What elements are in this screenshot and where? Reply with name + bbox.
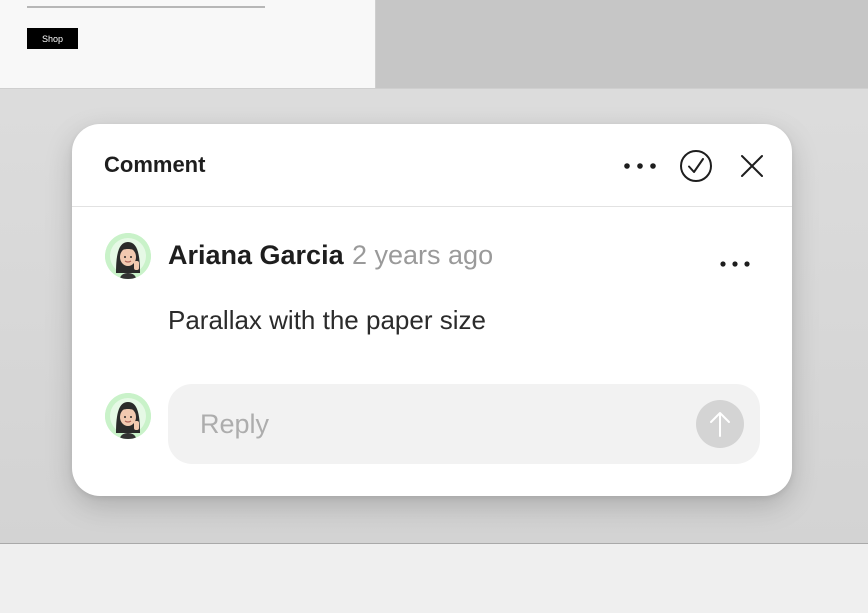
comment-timestamp: 2 years ago	[352, 240, 494, 270]
avatar[interactable]	[105, 393, 151, 439]
comment-panel: Comment Ariana Garcia 2 years ago Parall…	[72, 124, 792, 496]
design-frame: Shop	[0, 0, 376, 88]
more-horizontal-icon[interactable]	[718, 254, 752, 274]
arrow-up-icon	[710, 412, 730, 437]
check-circle-icon[interactable]	[678, 148, 714, 184]
reply-field	[168, 384, 760, 464]
avatar[interactable]	[105, 233, 151, 279]
comment-author: Ariana Garcia	[168, 240, 344, 270]
frame-bottom-border	[0, 88, 868, 89]
design-frame-image-area	[376, 0, 868, 88]
comment-body: Parallax with the paper size	[168, 305, 486, 335]
frame-divider-line	[27, 6, 265, 8]
reply-input[interactable]	[168, 384, 688, 464]
panel-title: Comment	[104, 152, 206, 177]
more-horizontal-icon[interactable]	[622, 156, 658, 176]
shop-button[interactable]: Shop	[27, 28, 78, 49]
header-divider	[72, 206, 792, 207]
send-reply-button[interactable]	[696, 400, 744, 448]
bottom-canvas-area	[0, 543, 868, 613]
close-icon[interactable]	[736, 150, 768, 182]
